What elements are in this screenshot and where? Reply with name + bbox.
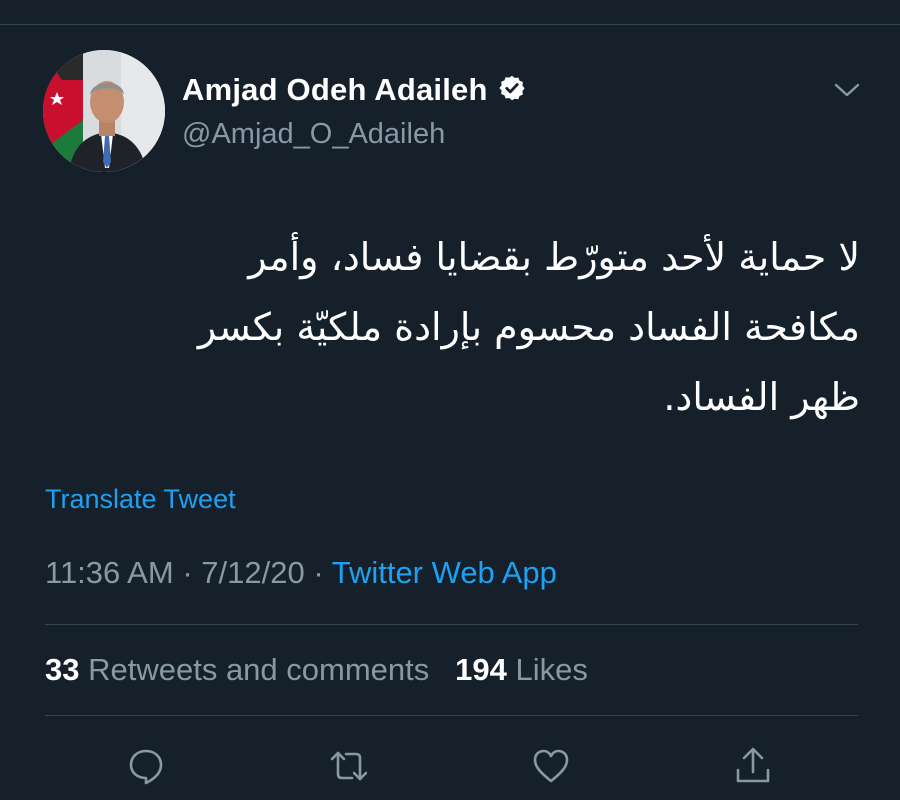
tweet-text: لا حماية لأحد متورّط بقضايا فساد، وأمر م… xyxy=(80,222,860,432)
tweet-source-link[interactable]: Twitter Web App xyxy=(332,555,557,590)
top-divider xyxy=(0,24,900,25)
tweet-actions-bar xyxy=(0,744,900,788)
author-display-name[interactable]: Amjad Odeh Adaileh xyxy=(182,72,488,108)
tweet-meta: 11:36 AM · 7/12/20 · Twitter Web App xyxy=(45,555,557,591)
share-button[interactable] xyxy=(731,744,775,788)
retweets-count: 33 xyxy=(45,652,80,687)
retweet-button[interactable] xyxy=(327,744,371,788)
tweet-line: لا حماية لأحد متورّط بقضايا فساد، وأمر xyxy=(248,235,860,279)
divider xyxy=(45,715,858,716)
retweets-label: Retweets and comments xyxy=(88,652,430,687)
tweet-line: ظهر الفساد. xyxy=(663,375,860,419)
avatar[interactable] xyxy=(43,50,165,172)
meta-separator: · xyxy=(313,555,324,590)
tweet-date[interactable]: 7/12/20 xyxy=(201,555,304,590)
tweet-stats: 33 Retweets and comments 194 Likes xyxy=(45,652,588,688)
avatar-photo xyxy=(43,50,165,172)
likes-stat[interactable]: 194 Likes xyxy=(455,652,588,687)
tweet-time[interactable]: 11:36 AM xyxy=(45,555,174,590)
verified-badge-icon xyxy=(498,74,526,107)
reply-button[interactable] xyxy=(124,744,168,788)
author-handle[interactable]: @Amjad_O_Adaileh xyxy=(182,118,445,151)
divider xyxy=(45,624,858,625)
likes-count: 194 xyxy=(455,652,507,687)
retweets-stat[interactable]: 33 Retweets and comments xyxy=(45,652,438,687)
likes-label: Likes xyxy=(515,652,588,687)
meta-separator: · xyxy=(182,555,193,590)
share-icon xyxy=(736,747,770,783)
like-button[interactable] xyxy=(529,744,573,788)
like-icon xyxy=(533,749,569,783)
retweet-icon xyxy=(330,751,368,781)
chevron-down-icon[interactable] xyxy=(833,80,861,100)
tweet-line: مكافحة الفساد محسوم بإرادة ملكيّة بكسر xyxy=(197,305,860,349)
translate-tweet-link[interactable]: Translate Tweet xyxy=(45,484,236,515)
reply-icon xyxy=(129,749,163,785)
author-name-row[interactable]: Amjad Odeh Adaileh xyxy=(182,72,526,108)
